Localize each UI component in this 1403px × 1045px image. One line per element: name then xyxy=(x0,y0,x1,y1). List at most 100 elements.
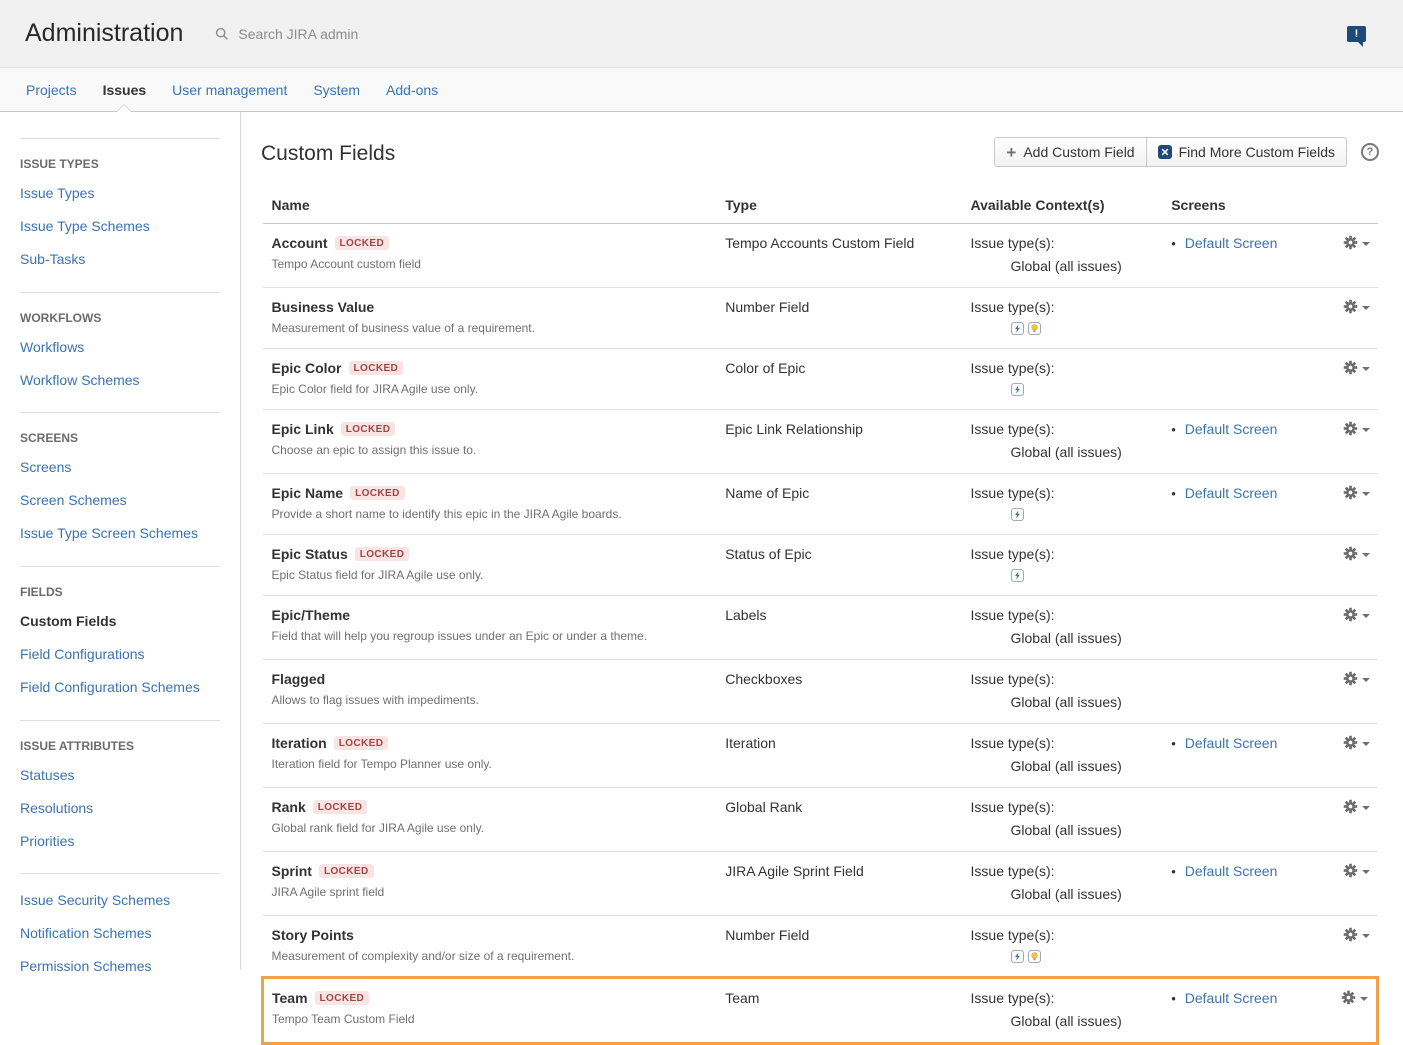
sidebar-section-heading: FIELDS xyxy=(20,585,220,599)
sidebar-item-field-configuration-schemes[interactable]: Field Configuration Schemes xyxy=(20,671,220,704)
story-issue-type-icon xyxy=(1028,950,1041,963)
main-content: Custom Fields + Add Custom Field Find Mo… xyxy=(241,112,1403,970)
default-screen-link[interactable]: Default Screen xyxy=(1185,485,1278,501)
field-actions-menu-button[interactable] xyxy=(1343,735,1370,750)
field-type: Checkboxes xyxy=(725,660,970,724)
default-screen-link[interactable]: Default Screen xyxy=(1185,735,1278,751)
nav-tab-system[interactable]: System xyxy=(300,68,373,111)
add-custom-field-button[interactable]: + Add Custom Field xyxy=(994,137,1146,167)
bullet-icon: • xyxy=(1171,736,1176,751)
global-context-label: Global (all issues) xyxy=(1011,258,1122,274)
epic-issue-type-icon xyxy=(1011,950,1024,963)
plus-icon: + xyxy=(1006,144,1016,161)
default-screen-link[interactable]: Default Screen xyxy=(1185,990,1278,1006)
field-description: JIRA Agile sprint field xyxy=(272,885,726,899)
column-header-type: Type xyxy=(725,191,970,224)
sidebar-item-statuses[interactable]: Statuses xyxy=(20,759,220,792)
sidebar-item-issue-type-schemes[interactable]: Issue Type Schemes xyxy=(20,210,220,243)
table-header-row: Name Type Available Context(s) Screens xyxy=(263,191,1378,224)
sidebar-item-issue-type-screen-schemes[interactable]: Issue Type Screen Schemes xyxy=(20,517,220,550)
nav-tab-user-management[interactable]: User management xyxy=(159,68,300,111)
context-value: Global (all issues) xyxy=(971,258,1172,274)
admin-header: Administration ! xyxy=(0,0,1403,68)
gear-icon xyxy=(1343,607,1358,622)
find-more-custom-fields-button[interactable]: Find More Custom Fields xyxy=(1146,137,1347,167)
gear-icon xyxy=(1341,990,1356,1005)
context-label: Issue type(s): xyxy=(971,671,1172,687)
sidebar-item-sub-tasks[interactable]: Sub-Tasks xyxy=(20,243,220,276)
field-name: Iteration xyxy=(272,735,327,751)
header-actions: + Add Custom Field Find More Custom Fiel… xyxy=(994,137,1379,167)
locked-badge: LOCKED xyxy=(319,864,374,878)
field-actions-menu-button[interactable] xyxy=(1343,671,1370,686)
help-icon[interactable]: ? xyxy=(1361,143,1379,161)
sidebar-item-notification-schemes[interactable]: Notification Schemes xyxy=(20,917,220,950)
bullet-icon: • xyxy=(1171,991,1176,1006)
field-actions-menu-button[interactable] xyxy=(1343,235,1370,250)
context-label: Issue type(s): xyxy=(971,485,1172,501)
feedback-icon[interactable]: ! xyxy=(1347,26,1366,42)
field-type: Global Rank xyxy=(725,788,970,852)
search-icon xyxy=(215,27,229,41)
default-screen-link[interactable]: Default Screen xyxy=(1185,235,1278,251)
gear-icon xyxy=(1343,299,1358,314)
find-more-custom-fields-label: Find More Custom Fields xyxy=(1179,144,1335,160)
custom-fields-table: Name Type Available Context(s) Screens A… xyxy=(261,191,1379,1045)
sidebar-item-permission-schemes[interactable]: Permission Schemes xyxy=(20,950,220,983)
nav-tab-issues[interactable]: Issues xyxy=(90,68,160,111)
context-label: Issue type(s): xyxy=(971,607,1172,623)
context-label: Issue type(s): xyxy=(971,235,1172,251)
field-type: Team xyxy=(725,978,970,1044)
gear-icon xyxy=(1343,927,1358,942)
search-input[interactable] xyxy=(236,25,466,43)
table-row-account: AccountLOCKED Tempo Account custom field… xyxy=(263,224,1378,288)
field-name: Account xyxy=(272,235,328,251)
context-label: Issue type(s): xyxy=(971,863,1172,879)
gear-icon xyxy=(1343,360,1358,375)
admin-quicksearch[interactable] xyxy=(215,25,466,43)
marketplace-icon xyxy=(1158,145,1172,159)
epic-issue-type-icon xyxy=(1011,569,1024,582)
field-actions-menu-button[interactable] xyxy=(1343,799,1370,814)
field-description: Allows to flag issues with impediments. xyxy=(272,693,726,707)
field-type: Number Field xyxy=(725,916,970,978)
sidebar-item-resolutions[interactable]: Resolutions xyxy=(20,792,220,825)
sidebar-item-screens[interactable]: Screens xyxy=(20,451,220,484)
locked-badge: LOCKED xyxy=(349,361,404,375)
sidebar-item-custom-fields[interactable]: Custom Fields xyxy=(20,605,220,638)
column-header-name: Name xyxy=(263,191,726,224)
default-screen-link[interactable]: Default Screen xyxy=(1185,863,1278,879)
field-description: Global rank field for JIRA Agile use onl… xyxy=(272,821,726,835)
field-actions-menu-button[interactable] xyxy=(1343,546,1370,561)
sidebar-item-field-configurations[interactable]: Field Configurations xyxy=(20,638,220,671)
field-actions-menu-button[interactable] xyxy=(1343,607,1370,622)
locked-badge: LOCKED xyxy=(334,736,389,750)
sidebar-item-issue-security-schemes[interactable]: Issue Security Schemes xyxy=(20,884,220,917)
sidebar-item-issue-types[interactable]: Issue Types xyxy=(20,177,220,210)
field-actions-menu-button[interactable] xyxy=(1343,299,1370,314)
locked-badge: LOCKED xyxy=(315,991,370,1005)
nav-tab-add-ons[interactable]: Add-ons xyxy=(373,68,451,111)
context-label: Issue type(s): xyxy=(971,546,1172,562)
context-value: Global (all issues) xyxy=(971,1013,1172,1029)
gear-icon xyxy=(1343,235,1358,250)
sidebar-item-priorities[interactable]: Priorities xyxy=(20,825,220,858)
field-actions-menu-button[interactable] xyxy=(1343,863,1370,878)
nav-tab-projects[interactable]: Projects xyxy=(13,68,90,111)
field-actions-menu-button[interactable] xyxy=(1343,421,1370,436)
sidebar-item-workflow-schemes[interactable]: Workflow Schemes xyxy=(20,364,220,397)
context-label: Issue type(s): xyxy=(971,990,1172,1006)
field-actions-menu-button[interactable] xyxy=(1341,990,1368,1005)
field-actions-menu-button[interactable] xyxy=(1343,485,1370,500)
field-description: Choose an epic to assign this issue to. xyxy=(272,443,726,457)
gear-icon xyxy=(1343,485,1358,500)
chevron-down-icon xyxy=(1362,742,1370,746)
sidebar-item-workflows[interactable]: Workflows xyxy=(20,331,220,364)
table-row-team: TeamLOCKED Tempo Team Custom Field Team … xyxy=(263,978,1378,1044)
sidebar-item-screen-schemes[interactable]: Screen Schemes xyxy=(20,484,220,517)
field-actions-menu-button[interactable] xyxy=(1343,927,1370,942)
sidebar-divider xyxy=(20,292,220,293)
epic-issue-type-icon xyxy=(1011,322,1024,335)
default-screen-link[interactable]: Default Screen xyxy=(1185,421,1278,437)
field-actions-menu-button[interactable] xyxy=(1343,360,1370,375)
